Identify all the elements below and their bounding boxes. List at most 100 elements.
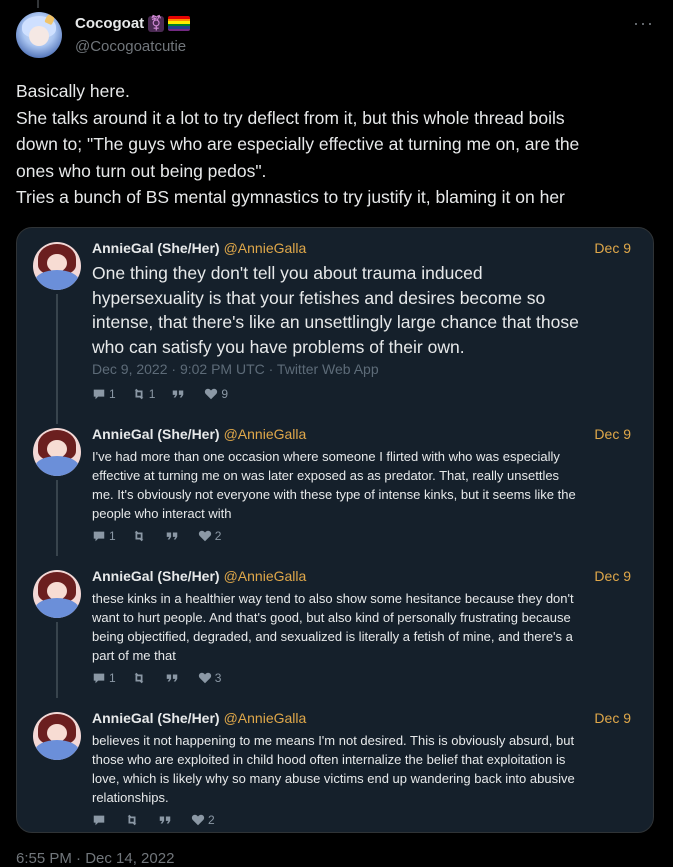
quoted-author-handle[interactable]: @AnnieGalla [224, 568, 307, 584]
quoted-action-bar: 2 [92, 813, 215, 827]
quoted-date[interactable]: Dec 9 [594, 240, 631, 256]
reply-count: 1 [109, 387, 116, 401]
reply-count: 1 [109, 529, 116, 543]
quote-button[interactable] [171, 387, 188, 401]
quoted-text: believes it not happening to me means I'… [92, 731, 637, 807]
quoted-text-line: I've had more than one occasion where so… [92, 449, 560, 464]
quoted-text-line: me. It's obviously not everyone with the… [92, 487, 576, 502]
reply-button[interactable]: 1 [92, 529, 116, 543]
heart-icon [205, 388, 218, 400]
quoted-text-line: people who interact with [92, 506, 232, 521]
retweet-button[interactable] [125, 813, 142, 827]
quoted-text-line: One thing they don't tell you about trau… [92, 263, 483, 283]
quoted-text-line: love, which is likely why so many abuse … [92, 771, 575, 786]
quoted-text: these kinks in a healthier way tend to a… [92, 589, 637, 665]
quoted-text-line: hypersexuality is that your fetishes and… [92, 287, 546, 308]
quote-icon [173, 390, 184, 398]
display-name-text[interactable]: Cocogoat [75, 15, 144, 32]
retweet-icon [127, 814, 137, 826]
retweet-icon [134, 672, 144, 684]
heart-icon [198, 672, 211, 684]
avatar[interactable] [33, 570, 81, 618]
quoted-date[interactable]: Dec 9 [594, 710, 631, 726]
quoted-text-line: want to hurt people. And that's good, bu… [92, 610, 571, 625]
quoted-author-name[interactable]: AnnieGal (She/Her) [92, 426, 220, 442]
quoted-date[interactable]: Dec 9 [594, 426, 631, 442]
retweet-button[interactable] [132, 529, 149, 543]
transgender-symbol-icon: ⚧ [148, 14, 165, 32]
quoted-author-name[interactable]: AnnieGal (She/Her) [92, 568, 220, 584]
quoted-header: AnnieGal (She/Her) @AnnieGalla [92, 710, 306, 726]
tweet-body-line: ones who turn out being pedos". [16, 160, 267, 181]
heart-icon [198, 530, 211, 542]
quoted-author-handle[interactable]: @AnnieGalla [224, 710, 307, 726]
avatar[interactable] [33, 242, 81, 290]
quote-button[interactable] [165, 529, 182, 543]
avatar[interactable] [16, 12, 62, 58]
reply-icon [93, 531, 105, 542]
avatar[interactable] [33, 428, 81, 476]
retweet-button[interactable] [132, 671, 149, 685]
rainbow-flag-icon [168, 16, 191, 31]
thread-connector-line [37, 0, 39, 8]
quoted-text-line: effective at turning me on was later exp… [92, 468, 560, 483]
quoted-text-line: intense, that there's like an unsettling… [92, 312, 579, 332]
quoted-timestamp[interactable]: Dec 9, 2022 · 9:02 PM UTC · Twitter Web … [92, 361, 379, 377]
quoted-text: I've had more than one occasion where so… [92, 447, 637, 523]
tweet-body: Basically here. She talks around it a lo… [16, 78, 661, 211]
like-count: 2 [214, 529, 222, 543]
quoted-text-line: who can satisfy you have problems of the… [92, 336, 465, 357]
tweet-body-line: She talks around it a lot to try deflect… [16, 107, 565, 128]
tweet-timestamp[interactable]: 6:55 PM · Dec 14, 2022 [16, 850, 174, 867]
quoted-text-line: being objectified, degraded, and sexuali… [92, 629, 573, 644]
author-name[interactable]: Cocogoat ⚧ [75, 14, 191, 32]
tweet-body-line: Tries a bunch of BS mental gymnastics to… [16, 187, 565, 207]
like-count: 9 [221, 387, 229, 401]
quoted-text-line: relationships. [92, 790, 169, 805]
quoted-header: AnnieGal (She/Her) @AnnieGalla [92, 568, 306, 584]
quoted-header: AnnieGal (She/Her) @AnnieGalla [92, 426, 306, 442]
quoted-action-bar: 1 3 [92, 671, 221, 685]
like-count: 2 [208, 813, 215, 827]
quoted-text: One thing they don't tell you about trau… [92, 261, 637, 359]
reply-count: 1 [109, 671, 116, 685]
quoted-action-bar: 1 2 [92, 529, 221, 543]
reply-icon [93, 815, 105, 826]
quoted-action-bar: 1 1 9 [92, 387, 228, 401]
quoted-text-line: those who are exploited in child hood of… [92, 752, 566, 767]
like-button[interactable]: 3 [198, 671, 222, 685]
quote-button[interactable] [165, 671, 182, 685]
like-button[interactable]: 2 [191, 813, 215, 827]
quoted-author-name[interactable]: AnnieGal (She/Her) [92, 710, 220, 726]
tweet-body-line: down to; "The guys who are especially ef… [16, 134, 580, 154]
thread-connector-line [56, 480, 58, 556]
thread-connector-line [56, 294, 58, 424]
author-handle[interactable]: @Cocogoatcutie [75, 38, 186, 55]
reply-button[interactable]: 1 [92, 387, 116, 401]
quote-button[interactable] [158, 813, 175, 827]
quoted-author-name[interactable]: AnnieGal (She/Her) [92, 240, 220, 256]
like-button[interactable]: 2 [198, 529, 222, 543]
thread-connector-line [56, 622, 58, 698]
quoted-author-handle[interactable]: @AnnieGalla [224, 426, 307, 442]
quoted-author-handle[interactable]: @AnnieGalla [224, 240, 307, 256]
quoted-text-line: believes it not happening to me means I'… [92, 733, 575, 748]
retweet-count: 1 [148, 387, 156, 401]
quoted-thread-card[interactable]: AnnieGal (She/Her) @AnnieGalla Dec 9 One … [16, 227, 654, 833]
quoted-date[interactable]: Dec 9 [594, 568, 631, 584]
reply-icon [93, 673, 105, 684]
reply-button[interactable] [92, 813, 109, 827]
avatar[interactable] [33, 712, 81, 760]
quoted-header: AnnieGal (She/Her) @AnnieGalla [92, 240, 306, 256]
quote-icon [159, 816, 171, 824]
quoted-text-line: these kinks in a healthier way tend to a… [92, 591, 574, 606]
like-count: 3 [214, 671, 222, 685]
retweet-icon [134, 530, 144, 542]
reply-icon [93, 389, 105, 400]
quote-icon [166, 674, 177, 682]
reply-button[interactable]: 1 [92, 671, 116, 685]
more-horizontal-icon[interactable]: ··· [633, 13, 654, 34]
retweet-button[interactable]: 1 [132, 387, 156, 401]
quote-icon [166, 532, 177, 540]
like-button[interactable]: 9 [204, 387, 228, 401]
